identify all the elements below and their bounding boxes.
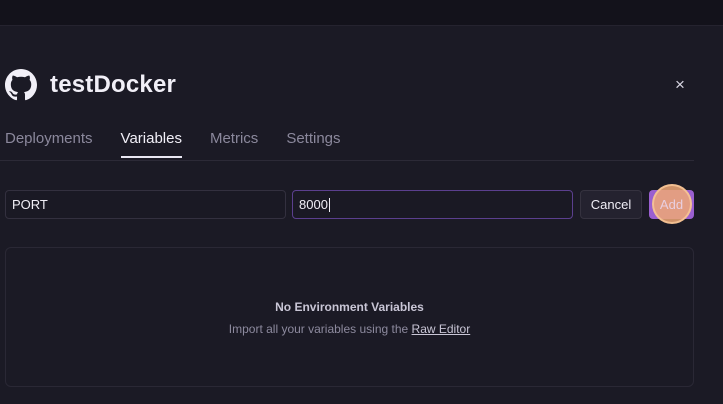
variable-name-input[interactable]: PORT [5, 190, 286, 219]
variable-value-value: 8000 [299, 197, 328, 212]
close-button[interactable]: × [670, 75, 690, 95]
close-icon: × [675, 75, 685, 94]
empty-state-title: No Environment Variables [275, 300, 424, 314]
add-button[interactable]: Add [649, 190, 694, 219]
tab-deployments[interactable]: Deployments [5, 130, 93, 158]
variable-name-value: PORT [12, 197, 48, 212]
add-button-label: Add [659, 197, 684, 212]
text-caret [328, 197, 330, 212]
variables-empty-state [5, 247, 694, 387]
empty-state-subtitle-text: Import all your variables using the [228, 322, 412, 336]
github-icon [5, 69, 37, 101]
project-title: testDocker [50, 71, 177, 98]
raw-editor-link[interactable]: Raw Editor [412, 322, 471, 336]
empty-state-subtitle: Import all your variables using the Raw … [0, 322, 699, 336]
tab-divider [0, 160, 694, 161]
tab-settings[interactable]: Settings [286, 130, 340, 158]
tab-metrics[interactable]: Metrics [210, 130, 258, 158]
variable-value-input[interactable]: 8000 [292, 190, 573, 219]
project-tabs: Deployments Variables Metrics Settings [5, 130, 369, 158]
tab-variables[interactable]: Variables [120, 130, 182, 158]
cancel-button[interactable]: Cancel [580, 190, 642, 219]
top-bar [0, 0, 723, 26]
project-header: testDocker [5, 69, 176, 101]
